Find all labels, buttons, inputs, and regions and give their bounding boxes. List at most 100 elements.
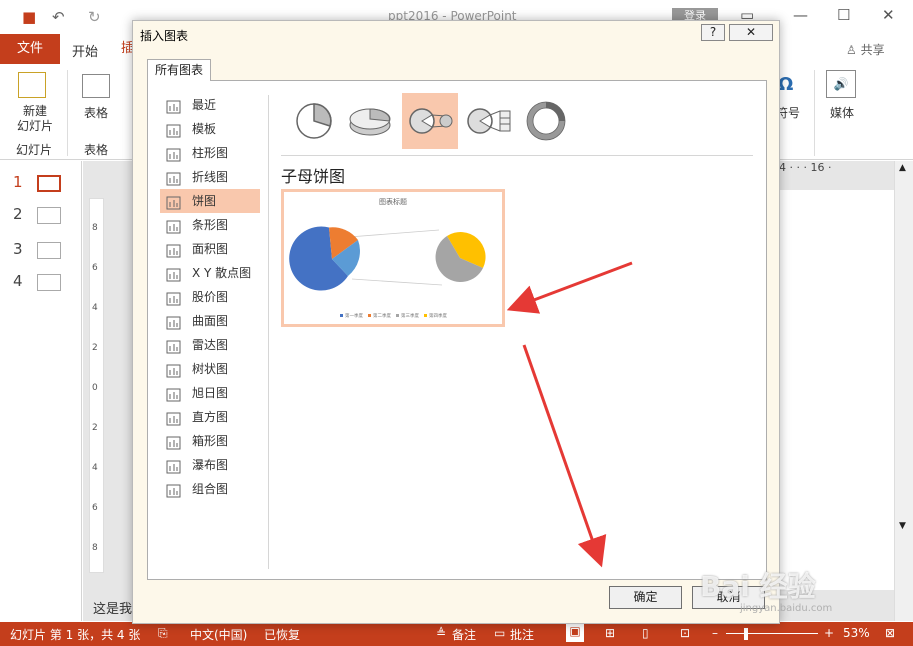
notes-icon[interactable]: ≜	[436, 626, 446, 640]
combo-chart-icon	[166, 482, 181, 498]
chart-type-item[interactable]: X Y 散点图	[160, 261, 260, 285]
zoom-level[interactable]: 53%	[843, 626, 870, 640]
chart-type-item[interactable]: 折线图	[160, 165, 260, 189]
chart-type-item[interactable]: 股价图	[160, 285, 260, 309]
pie-of-pie-icon[interactable]	[402, 93, 458, 149]
new-slide-icon[interactable]	[18, 72, 46, 98]
save-icon[interactable]: ■	[22, 8, 36, 26]
maximize-icon[interactable]: ☐	[837, 6, 850, 24]
pie-icon[interactable]	[286, 93, 342, 149]
chart-type-label: 箱形图	[192, 434, 229, 448]
chart-type-item[interactable]: 最近	[160, 93, 260, 117]
chart-type-item[interactable]: 条形图	[160, 213, 260, 237]
media-button[interactable]: 媒体	[824, 104, 860, 121]
help-button[interactable]: ?	[701, 24, 725, 41]
close-window-icon[interactable]: ✕	[882, 6, 895, 24]
chart-type-item[interactable]: 瀑布图	[160, 453, 260, 477]
zoom-thumb[interactable]	[744, 628, 748, 640]
share-label: 共享	[860, 43, 885, 57]
reading-view-icon[interactable]: ▯	[642, 626, 649, 640]
slide-thumbnail[interactable]	[37, 207, 61, 224]
comments-button[interactable]: 批注	[510, 626, 534, 643]
slide-canvas[interactable]	[770, 190, 894, 590]
vertical-scrollbar[interactable]: ▲ ▼	[894, 161, 913, 621]
ruler-tick-label: 8	[92, 223, 98, 233]
chart-type-item[interactable]: 面积图	[160, 237, 260, 261]
chart-type-item[interactable]: 直方图	[160, 405, 260, 429]
divider	[281, 155, 753, 156]
speaker-icon[interactable]: 🔊	[826, 70, 856, 98]
chart-type-label: 股价图	[192, 290, 229, 304]
new-slide-button[interactable]: 新建 幻灯片	[10, 104, 60, 134]
chart-type-item[interactable]: 雷达图	[160, 333, 260, 357]
chart-type-item[interactable]: 箱形图	[160, 429, 260, 453]
chart-type-label: 直方图	[192, 410, 229, 424]
subtype-name: 子母饼图	[281, 167, 346, 186]
bar-chart-icon	[166, 218, 181, 234]
column-chart-icon	[166, 146, 181, 162]
share-button[interactable]: ♙ 共享	[846, 41, 885, 58]
comments-icon[interactable]: ▭	[494, 626, 505, 640]
chart-type-item[interactable]: 柱形图	[160, 141, 260, 165]
slides-group-label: 幻灯片	[15, 143, 52, 157]
3d-pie-icon[interactable]	[344, 93, 400, 149]
language-label[interactable]: 中文(中国)	[190, 626, 247, 643]
vertical-ruler: 8 6 4 2 0 2 4 6 8	[89, 198, 104, 573]
slide-thumbnails-panel: 1 2 3 4	[0, 161, 82, 621]
tab-file[interactable]: 文件	[0, 34, 60, 64]
chart-type-item[interactable]: 曲面图	[160, 309, 260, 333]
chart-type-list: 最近模板 柱形图 折线图 饼图 条形图面积图 X Y 散点图 股价图曲面图 雷达图 树状图 旭日图…	[160, 93, 260, 501]
table-icon[interactable]	[82, 74, 110, 98]
legend-entry: 第四季度	[429, 312, 447, 319]
chart-type-label: 面积图	[192, 242, 229, 256]
chart-type-item[interactable]: 旭日图	[160, 381, 260, 405]
slide-thumbnail[interactable]	[37, 274, 61, 291]
zoom-slider[interactable]	[726, 633, 818, 634]
recovered-label: 已恢复	[264, 628, 301, 642]
fit-window-icon[interactable]: ⊠	[885, 626, 895, 640]
spellcheck-icon[interactable]: ⎘	[158, 626, 168, 641]
bar-of-pie-icon[interactable]	[460, 93, 516, 149]
chart-preview[interactable]: 图表标题 第一季度 第二季度 第三季度 第四季度	[281, 189, 505, 327]
slide-sorter-icon[interactable]: ⊞	[605, 626, 615, 640]
slide-thumbnail[interactable]	[37, 242, 61, 259]
notes-button[interactable]: 备注	[452, 626, 476, 643]
normal-view-icon[interactable]: ▣	[566, 624, 584, 642]
scroll-up-icon[interactable]: ▲	[899, 163, 906, 173]
undo-icon[interactable]: ↶	[52, 8, 65, 26]
chart-type-item[interactable]: 组合图	[160, 477, 260, 501]
ruler-tick-label: 4	[92, 303, 98, 313]
legend-entry: 第一季度	[345, 312, 363, 319]
tab-home[interactable]: 开始	[72, 41, 98, 60]
chart-type-item[interactable]: 模板	[160, 117, 260, 141]
ok-button[interactable]: 确定	[609, 586, 682, 609]
chart-type-label: X Y 散点图	[192, 266, 252, 280]
surface-chart-icon	[166, 314, 181, 330]
chart-type-label: 组合图	[192, 482, 229, 496]
notes-text[interactable]: 这是我	[93, 598, 132, 617]
redo-icon[interactable]: ↻	[88, 8, 101, 26]
stock-chart-icon	[166, 290, 181, 306]
treemap-chart-icon	[166, 362, 181, 378]
pie-of-pie-preview: 图表标题 第一季度 第二季度 第三季度 第四季度	[289, 197, 486, 319]
table-button[interactable]: 表格	[76, 104, 116, 121]
slide-info: 幻灯片 第 1 张，共 4 张	[10, 628, 141, 642]
doughnut-icon[interactable]	[518, 93, 574, 149]
chart-type-label: 最近	[192, 98, 217, 112]
slide-thumbnail[interactable]	[37, 175, 61, 192]
chart-type-item[interactable]: 树状图	[160, 357, 260, 381]
chart-type-label: 瀑布图	[192, 458, 229, 472]
chart-type-item[interactable]: 饼图	[160, 189, 260, 213]
scroll-down-icon[interactable]: ▼	[899, 521, 906, 531]
slide-number: 1	[13, 173, 23, 191]
insert-chart-dialog: 插入图表 ? ✕ 所有图表 最近 模板 柱形图 折线图 饼图 条形图 面积图 X Y 散点图股…	[132, 20, 780, 624]
zoom-in-icon[interactable]: +	[824, 626, 834, 640]
minimize-icon[interactable]: —	[793, 6, 808, 24]
slideshow-icon[interactable]: ⊡	[680, 626, 690, 640]
baidu-watermark: Bai 经验	[700, 570, 816, 603]
zoom-out-icon[interactable]: –	[712, 626, 718, 640]
tab-all-charts[interactable]: 所有图表	[147, 59, 211, 81]
close-button[interactable]: ✕	[729, 24, 773, 41]
recent-icon	[166, 98, 181, 114]
omega-icon[interactable]: Ω	[778, 74, 793, 95]
